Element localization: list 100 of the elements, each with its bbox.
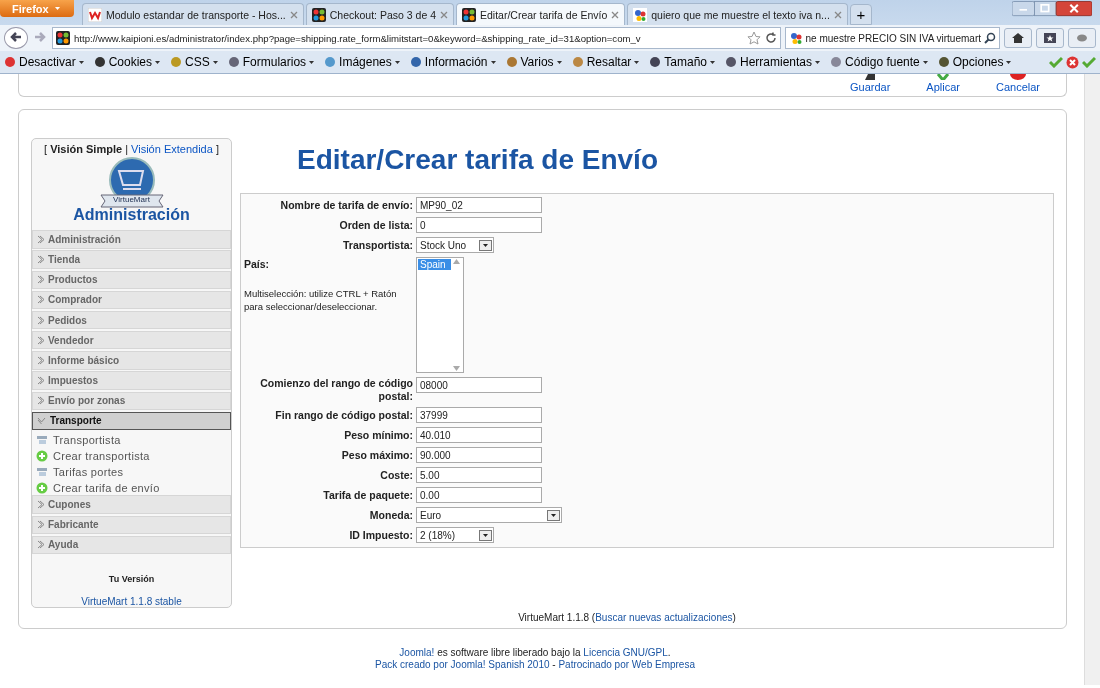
- close-icon[interactable]: [440, 10, 448, 19]
- bracket-text: ]: [214, 143, 219, 155]
- toolbar-menu[interactable]: Imágenes: [324, 55, 400, 69]
- menu-section[interactable]: Productos: [32, 270, 231, 289]
- footer-link[interactable]: Licencia GNU/GPL: [583, 647, 668, 658]
- menu-section[interactable]: Comprador: [32, 290, 231, 310]
- toolbar-menu[interactable]: Formularios: [227, 55, 315, 69]
- field-label: ID Impuesto:: [348, 528, 413, 542]
- browser-tab[interactable]: Checkout: Paso 3 de 4: [305, 3, 454, 25]
- check-icon[interactable]: [1049, 55, 1063, 68]
- menu-item[interactable]: Tarifas portes: [32, 463, 231, 480]
- menu-item[interactable]: Crear transportista: [32, 447, 231, 464]
- version-line: VirtueMart 1.1.8 (Buscar nuevas actualizaciones): [517, 612, 737, 623]
- text-field[interactable]: 37999: [416, 407, 542, 423]
- home-button[interactable]: [1004, 28, 1032, 48]
- toolbar-menu[interactable]: Tamaño: [649, 55, 715, 69]
- toolbar-button[interactable]: Cancelar: [989, 80, 1046, 96]
- field-label: Moneda:: [368, 508, 413, 522]
- version-text: VirtueMart 1.1.8 stable: [80, 595, 183, 607]
- scroll-up-icon[interactable]: [453, 259, 460, 264]
- text-field[interactable]: 08000: [416, 377, 542, 393]
- back-button[interactable]: [4, 27, 28, 49]
- text-field[interactable]: 0.00: [416, 487, 542, 503]
- chevron-right-icon: [37, 376, 44, 386]
- menu-section[interactable]: Pedidos: [32, 310, 231, 330]
- menu-section[interactable]: Administración: [32, 230, 231, 249]
- close-icon[interactable]: [289, 10, 298, 19]
- menu-section[interactable]: Envío por zonas: [32, 391, 231, 410]
- text-field[interactable]: MP90_02: [416, 197, 542, 213]
- check-icon[interactable]: [1082, 55, 1096, 68]
- toolbar-menu[interactable]: Cookies: [93, 55, 161, 69]
- footer-link[interactable]: Patrocinado por Web Empresa: [558, 659, 695, 670]
- toolbar-menu[interactable]: Información: [409, 55, 496, 69]
- close-icon[interactable]: [611, 10, 620, 19]
- dropdown[interactable]: 2 (18%): [416, 527, 494, 543]
- toolbar-button[interactable]: Guardar: [844, 80, 897, 96]
- toolbar-menu[interactable]: Desactivar: [4, 55, 84, 69]
- search-icon[interactable]: [984, 32, 996, 44]
- toolbar-menu[interactable]: Código fuente: [830, 55, 928, 69]
- toolbar-menu[interactable]: Herramientas: [725, 55, 821, 69]
- menu-section[interactable]: Fabricante: [32, 515, 231, 534]
- toolbar-menu[interactable]: Opciones: [937, 55, 1012, 69]
- scroll-down-icon[interactable]: [453, 366, 460, 371]
- close-icon[interactable]: [833, 10, 842, 19]
- menu-item[interactable]: Transportista: [32, 431, 231, 448]
- toolbar-menu[interactable]: Varios: [505, 55, 562, 69]
- toolbar-menu[interactable]: Resaltar: [571, 55, 640, 69]
- field-label: Peso mínimo:: [343, 428, 413, 442]
- field-label: Nombre de tarifa de envío:: [279, 198, 413, 212]
- toolbar-dot-icon: [937, 56, 950, 68]
- bookmarks-button[interactable]: [1036, 28, 1064, 48]
- toolbar-button[interactable]: Aplicar: [920, 80, 966, 96]
- caret-icon: [394, 60, 400, 64]
- menu-item[interactable]: Crear tarifa de envío: [32, 479, 231, 496]
- chevron-right-icon: [37, 355, 44, 365]
- field-label: Tarifa de paquete:: [322, 488, 413, 502]
- scrollbar[interactable]: [1084, 74, 1100, 685]
- logo-text: VirtueMart: [112, 195, 151, 204]
- menu-section[interactable]: Impuestos: [32, 371, 231, 390]
- field-label: Coste:: [379, 468, 413, 482]
- dropdown[interactable]: Euro: [416, 507, 562, 523]
- footer-link[interactable]: Joomla!: [399, 647, 435, 658]
- menu-section[interactable]: Informe básico: [32, 351, 231, 370]
- home-icon: [1011, 32, 1025, 44]
- view-link[interactable]: Visión Simple: [50, 143, 123, 155]
- toolbar-menu[interactable]: CSS: [170, 55, 218, 69]
- browser-tab[interactable]: Modulo estandar de transporte - Hos...: [82, 3, 304, 25]
- caret-icon: [710, 60, 715, 64]
- new-tab-button[interactable]: +: [849, 4, 872, 25]
- browser-tab[interactable]: quiero que me muestre el texto iva n...: [627, 3, 848, 25]
- error-icon[interactable]: [1066, 55, 1079, 69]
- footer-link[interactable]: Pack creado por Joomla! Spanish 2010: [375, 659, 550, 670]
- dropdown[interactable]: Stock Uno: [416, 237, 494, 253]
- menu-section[interactable]: Transporte: [32, 411, 231, 431]
- text-field[interactable]: 0: [416, 217, 542, 233]
- field-label: Peso máximo:: [340, 448, 413, 462]
- menu-section[interactable]: Ayuda: [32, 535, 231, 555]
- caret-icon: [1006, 60, 1012, 64]
- footer-link[interactable]: Buscar nuevas actualizaciones: [595, 612, 733, 623]
- chevron-right-icon: [37, 255, 44, 265]
- text-field[interactable]: 40.010: [416, 427, 542, 443]
- window-controls-icon[interactable]: [1012, 0, 1092, 18]
- menu-section[interactable]: Tienda: [32, 250, 231, 269]
- cancel-icon: [1010, 74, 1026, 80]
- address-bar[interactable]: http://www.kaipioni.es/administrator/index.php?page=shipping.rate_form&limitstart=0&keyword=&shipping_rate_id=31&option=com_v: [52, 27, 781, 49]
- browser-tab[interactable]: Editar/Crear tarifa de Envío: [456, 3, 626, 25]
- tab-favicon-icon: [462, 7, 476, 22]
- star-icon[interactable]: [746, 31, 761, 45]
- add-icon: [36, 481, 48, 494]
- text-field[interactable]: 90.000: [416, 447, 542, 463]
- menu-section[interactable]: Cupones: [32, 495, 231, 514]
- field-label: Transportista:: [342, 238, 413, 252]
- text-field[interactable]: 5.00: [416, 467, 542, 483]
- reload-icon[interactable]: [764, 32, 777, 44]
- menu-section[interactable]: Vendedor: [32, 331, 231, 350]
- chevron-down-icon: [37, 417, 46, 425]
- search-field[interactable]: ne muestre PRECIO SIN IVA virtuemart: [784, 27, 1000, 49]
- toolbar-dot-icon: [93, 56, 106, 68]
- view-link[interactable]: Visión Extendida: [131, 143, 213, 155]
- bracket-text: [: [44, 143, 49, 155]
